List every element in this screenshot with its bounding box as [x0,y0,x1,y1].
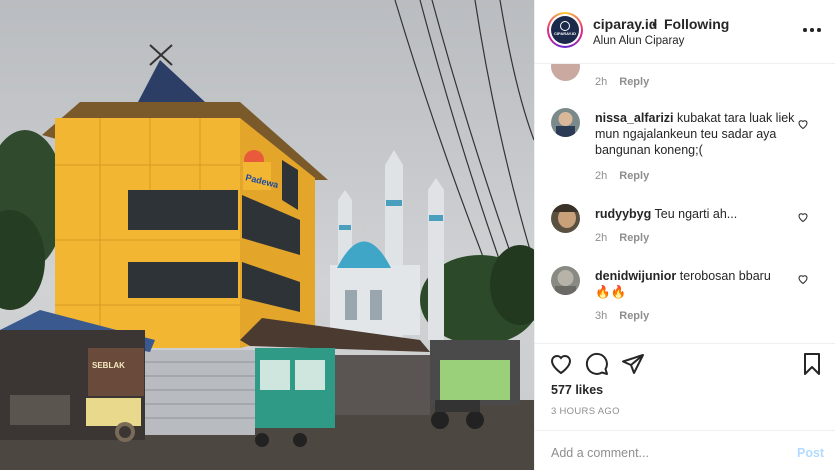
comment-body: nissa_alfarizi kubakat tara luak liek mu… [595,110,795,158]
avatar-photo [551,204,580,228]
comment-avatar[interactable] [551,204,580,233]
likes-count[interactable]: 577 likes [551,383,603,397]
reply-button[interactable]: Reply [619,76,649,88]
avatar-logo-text: CIPARAY.ID [553,31,576,36]
save-bookmark-icon[interactable] [800,352,824,376]
avatar-photo [555,270,576,295]
like-comment-heart-icon[interactable] [797,211,809,223]
zinc-fence [140,350,255,435]
comment-time: 2h [595,232,608,244]
comment-username[interactable]: denidwijunior [595,269,676,283]
reply-button[interactable]: Reply [619,310,649,322]
comment-meta: 2h Reply [595,232,649,244]
like-comment-heart-icon[interactable] [797,273,809,285]
comment-meta: 2h Reply [595,170,649,182]
more-options-icon[interactable] [803,22,823,38]
comment-avatar[interactable] [551,108,580,137]
avatar-image: CIPARAY.ID [551,16,579,44]
comment-text: terobosan bbaru [679,269,771,283]
post-header: CIPARAY.ID ciparay.id • Following Alun A… [535,0,835,64]
reply-button[interactable]: Reply [619,170,649,182]
reply-button[interactable]: Reply [619,232,649,244]
fire-emoji-icon: 🔥🔥 [595,285,627,299]
post-details-pane: CIPARAY.ID ciparay.id • Following Alun A… [534,0,835,470]
following-button[interactable]: Following [664,16,729,32]
like-comment-heart-icon[interactable] [797,118,809,130]
photo-scene: Padewa SEBLAK [0,0,534,470]
comment-bubble-icon[interactable] [585,352,609,376]
comments-list[interactable]: 2h Reply nissa_alfarizi kubakat tara luak… [535,64,835,344]
like-heart-icon[interactable] [549,352,573,376]
post-timestamp[interactable]: 3 HOURS AGO [551,406,620,417]
comment-time: 2h [595,76,608,88]
stall-sign: SEBLAK [92,361,125,370]
comment-body: rudyybyg Teu ngarti ah... [595,206,795,222]
author-username[interactable]: ciparay.id [593,16,657,32]
comment-meta: 2h Reply [595,76,649,88]
add-comment-input[interactable]: Add a comment... [551,446,649,460]
logo-ring-icon [560,21,570,31]
avatar-inner: CIPARAY.ID [549,14,581,46]
comment-avatar[interactable] [551,64,580,81]
avatar-photo [556,112,575,137]
post-comment-button[interactable]: Post [797,446,824,460]
header-separator: • [652,16,657,32]
comment-username[interactable]: rudyybyg [595,207,651,221]
location-link[interactable]: Alun Alun Ciparay [593,35,684,47]
comment-body: denidwijunior terobosan bbaru 🔥🔥 [595,268,795,300]
author-avatar[interactable]: CIPARAY.ID [547,12,583,48]
actions-divider [535,343,835,344]
share-paper-plane-icon[interactable] [621,352,645,376]
comment-meta: 3h Reply [595,310,649,322]
post-photo[interactable]: Padewa SEBLAK [0,0,534,470]
comment-text: Teu ngarti ah... [654,207,738,221]
comment-time: 3h [595,310,608,322]
comment-box-divider [535,430,835,431]
comment-avatar[interactable] [551,266,580,295]
comment-username[interactable]: nissa_alfarizi [595,111,674,125]
comment-time: 2h [595,170,608,182]
instagram-post-modal: Padewa SEBLAK CIPARAY.ID ciparay.id • Fo… [0,0,835,470]
